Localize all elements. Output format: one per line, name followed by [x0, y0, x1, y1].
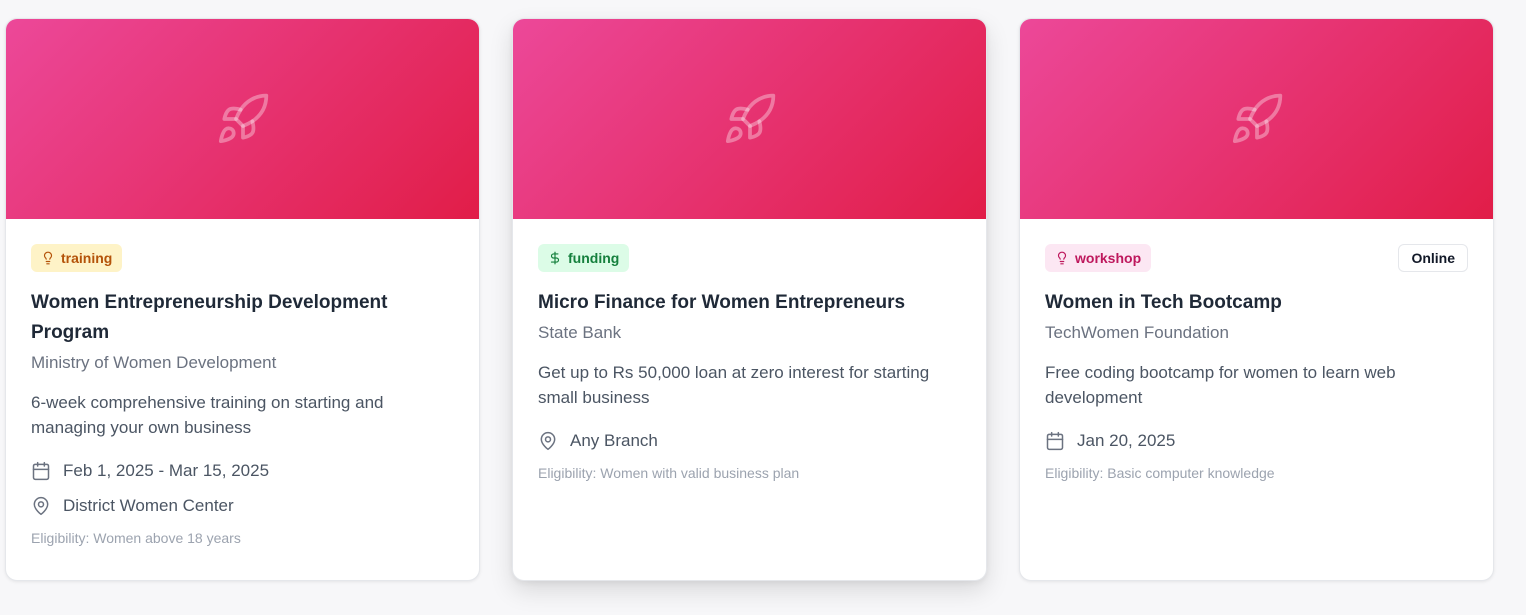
card-title: Women in Tech Bootcamp	[1045, 292, 1282, 313]
lightbulb-icon	[43, 251, 53, 265]
dollar-icon	[550, 251, 560, 265]
eligibility: Eligibility: Women with valid business p…	[538, 465, 800, 481]
organization: TechWomen Foundation	[1045, 323, 1229, 342]
lightbulb-icon	[1057, 251, 1067, 265]
rocket-icon	[218, 93, 268, 144]
card-banner	[513, 19, 986, 219]
rocket-icon	[1232, 93, 1282, 144]
opportunity-card[interactable]: funding Micro Finance for Women Entrepre…	[512, 18, 987, 581]
date-row: Feb 1, 2025 - Mar 15, 2025	[31, 458, 454, 484]
card-banner	[1020, 19, 1493, 219]
location-text: Any Branch	[570, 431, 658, 450]
category-tag: funding	[538, 244, 630, 272]
eligibility: Eligibility: Basic computer knowledge	[1045, 465, 1275, 481]
description: Get up to Rs 50,000 loan at zero interes…	[538, 363, 930, 407]
location-text: District Women Center	[63, 496, 234, 515]
category-label: training	[61, 250, 113, 266]
location-row: Any Branch	[538, 428, 961, 454]
category-tag: workshop	[1045, 244, 1152, 272]
description: Free coding bootcamp for women to learn …	[1045, 363, 1396, 407]
mode-badge: Online	[1398, 244, 1468, 272]
description: 6-week comprehensive training on startin…	[31, 393, 384, 437]
category-tag: training	[31, 244, 123, 272]
card-banner	[6, 19, 479, 219]
opportunity-card[interactable]: training Women Entrepreneurship Developm…	[5, 18, 480, 581]
rocket-icon	[725, 93, 775, 144]
location-row: District Women Center	[31, 493, 454, 519]
date-row: Jan 20, 2025	[1045, 428, 1468, 454]
calendar-icon	[32, 461, 50, 481]
organization: Ministry of Women Development	[31, 353, 277, 372]
category-label: workshop	[1075, 250, 1142, 266]
card-title: Women Entrepreneurship Development Progr…	[31, 292, 388, 343]
map-pin-icon	[540, 431, 556, 451]
category-label: funding	[568, 250, 620, 266]
opportunity-grid: training Women Entrepreneurship Developm…	[0, 0, 1526, 615]
opportunity-card[interactable]: workshop Online Women in Tech Bootcamp T…	[1019, 18, 1494, 581]
eligibility: Eligibility: Women above 18 years	[31, 530, 241, 546]
map-pin-icon	[33, 496, 49, 516]
card-title: Micro Finance for Women Entrepreneurs	[538, 292, 906, 313]
calendar-icon	[1046, 431, 1064, 451]
date-text: Jan 20, 2025	[1077, 431, 1176, 450]
organization: State Bank	[538, 323, 622, 342]
date-text: Feb 1, 2025 - Mar 15, 2025	[63, 461, 270, 480]
